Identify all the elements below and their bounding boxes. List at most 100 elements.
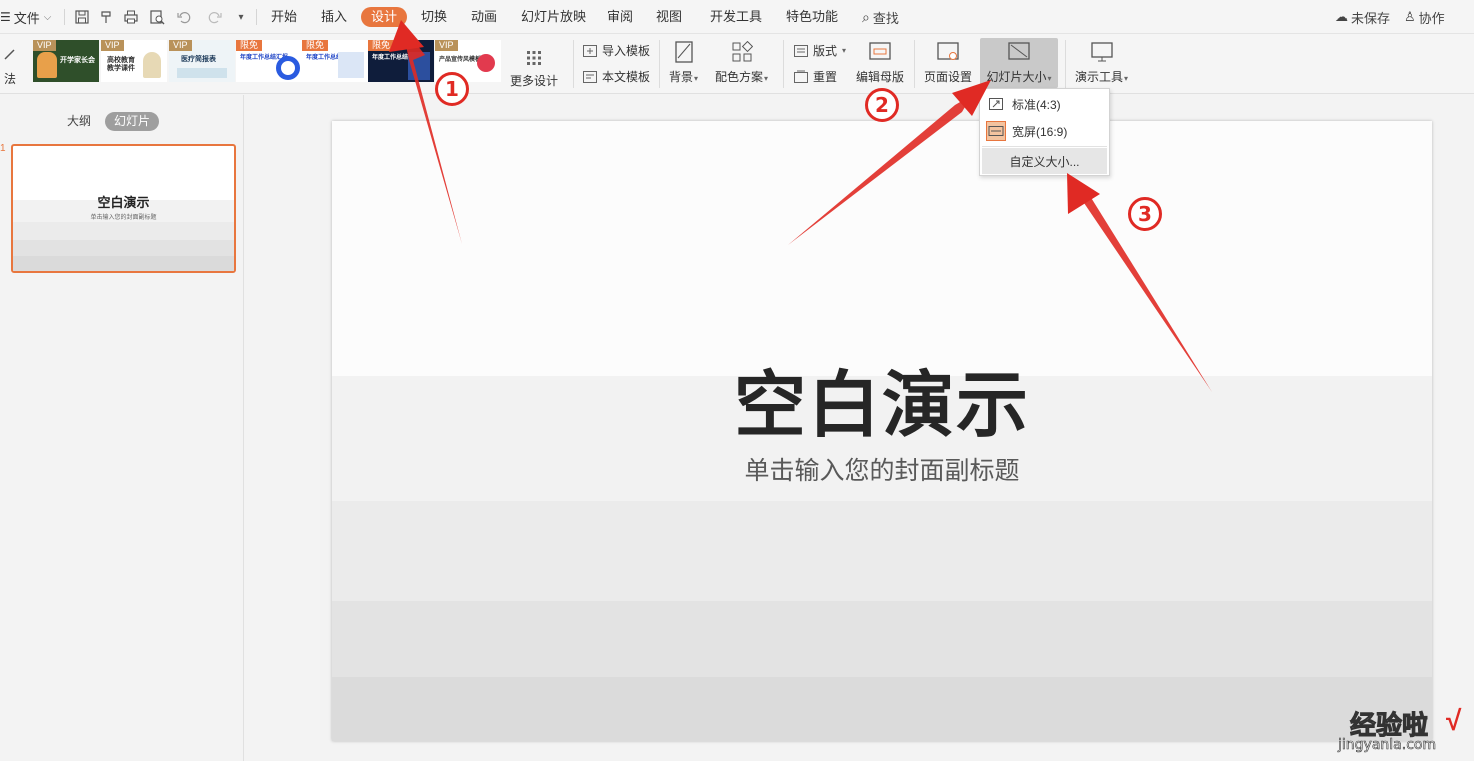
free-badge: 限免: [236, 40, 263, 51]
slides-panel: 大纲 幻灯片 1 空白演示 单击输入您的封面副标题: [0, 95, 244, 761]
layout-button[interactable]: 版式 ▾: [793, 42, 846, 59]
search-button[interactable]: ⌕ 查找: [862, 8, 899, 26]
ribbon-left-cut-button[interactable]: 法: [0, 42, 22, 87]
tab-special-features[interactable]: 特色功能: [776, 7, 848, 27]
illustration: [276, 56, 300, 80]
template-thumb-4[interactable]: 限免 年度工作总结汇报: [236, 40, 302, 82]
menu-bar: ☰ 文件 ⌵ ▾ 开始 插入 设计 切换 动画 幻灯片放映 审阅 视图 开发工具…: [0, 0, 1474, 34]
quick-access-dropdown-icon[interactable]: ▾: [232, 8, 250, 26]
watermark-check: √: [1446, 705, 1462, 736]
unsaved-label: 未保存: [1351, 10, 1391, 26]
tab-slideshow[interactable]: 幻灯片放映: [511, 7, 596, 27]
app-window: ☰ 文件 ⌵ ▾ 开始 插入 设计 切换 动画 幻灯片放映 审阅 视图 开发工具…: [0, 0, 1474, 761]
tab-outline[interactable]: 大纲: [58, 112, 100, 131]
this-template-button[interactable]: 本文模板: [582, 68, 650, 85]
thumb-subtitle: 单击输入您的封面副标题: [90, 215, 157, 221]
template-thumb-2[interactable]: VIP 高校教育教学课件: [101, 40, 167, 82]
step-2-marker: 2: [865, 88, 899, 122]
save-icon[interactable]: [73, 8, 91, 26]
widescreen-size-label: 宽屏(16:9): [1012, 124, 1068, 139]
slide-band: [332, 601, 1432, 677]
thumb-title: 空白演示: [97, 195, 150, 210]
divider: [64, 9, 65, 25]
step-3-marker: 3: [1128, 197, 1162, 231]
color-scheme-icon: [730, 40, 754, 64]
slide-size-icon: [1007, 40, 1031, 64]
custom-size-option[interactable]: 自定义大小...: [982, 148, 1107, 174]
tab-insert[interactable]: 插入: [311, 7, 357, 27]
template-thumb-1[interactable]: VIP 开学家长会: [33, 40, 99, 82]
vip-badge: VIP: [33, 40, 56, 51]
ribbon-left-cut-label: 法: [3, 72, 16, 86]
thumb-band: [13, 256, 234, 271]
slide-size-button[interactable]: 幻灯片大小▾: [980, 38, 1058, 88]
redo-icon[interactable]: [206, 8, 224, 26]
tab-developer[interactable]: 开发工具: [700, 7, 772, 27]
layout-label: 版式: [813, 44, 838, 58]
collaborate-button[interactable]: ♙ 协作: [1404, 8, 1445, 26]
reset-icon: [794, 70, 808, 83]
reset-label: 重置: [813, 70, 838, 84]
watermark: 经验啦 √ jingyanla.com: [1320, 705, 1470, 757]
import-template-icon: [583, 44, 597, 57]
reset-button[interactable]: 重置: [793, 68, 837, 85]
tab-review[interactable]: 审阅: [597, 7, 643, 27]
standard-ratio-icon: [986, 94, 1006, 114]
background-label: 背景▾: [669, 70, 699, 84]
chevron-down-icon: ⌵: [43, 11, 52, 23]
template-thumb-3[interactable]: VIP 医疗简报表: [169, 40, 235, 82]
tab-animations[interactable]: 动画: [461, 7, 507, 27]
wand-icon: [0, 42, 22, 66]
print-preview-icon[interactable]: [148, 8, 166, 26]
edit-master-button[interactable]: 编辑母版: [856, 40, 904, 85]
page-setup-button[interactable]: 页面设置: [924, 40, 972, 85]
unsaved-status[interactable]: ☁ 未保存: [1335, 8, 1390, 26]
custom-size-label: 自定义大小...: [1009, 154, 1080, 169]
format-painter-icon[interactable]: [97, 8, 115, 26]
presenter-tools-label: 演示工具▾: [1075, 70, 1129, 84]
ribbon-divider: [914, 40, 915, 88]
vip-badge: VIP: [435, 40, 458, 51]
design-ribbon: 法 VIP 开学家长会 VIP 高校教育教学课件 VIP 医疗简报表 限免 年度…: [0, 34, 1474, 94]
color-scheme-label: 配色方案▾: [715, 70, 769, 84]
cloud-icon: ☁: [1335, 9, 1348, 24]
thumb-band: [13, 240, 234, 256]
vip-badge: VIP: [101, 40, 124, 51]
layout-icon: [794, 44, 808, 57]
color-scheme-button[interactable]: 配色方案▾: [715, 40, 768, 85]
slide-canvas[interactable]: 空白演示 单击输入您的封面副标题: [332, 121, 1432, 741]
print-icon[interactable]: [122, 8, 140, 26]
tab-transitions[interactable]: 切换: [411, 7, 457, 27]
collaborate-label: 协作: [1418, 10, 1445, 26]
presenter-tools-button[interactable]: 演示工具▾: [1075, 40, 1128, 85]
page-setup-label: 页面设置: [924, 70, 973, 84]
more-design-button[interactable]: 更多设计: [510, 46, 558, 89]
template-thumb-6[interactable]: 限免 年度工作总结汇报: [368, 40, 434, 82]
tab-start[interactable]: 开始: [261, 7, 307, 27]
undo-icon[interactable]: [175, 8, 193, 26]
file-menu[interactable]: ☰ 文件 ⌵: [0, 0, 51, 34]
widescreen-size-option[interactable]: 宽屏(16:9): [982, 118, 1107, 144]
hamburger-icon: ☰: [0, 10, 11, 24]
watermark-url: jingyanla.com: [1338, 737, 1437, 754]
search-icon: ⌕: [862, 8, 870, 25]
template-thumb-5[interactable]: 限免 年度工作总结汇报: [302, 40, 368, 82]
tab-design[interactable]: 设计: [361, 7, 408, 27]
slide-thumbnail[interactable]: 空白演示 单击输入您的封面副标题: [11, 144, 236, 273]
slide-subtitle[interactable]: 单击输入您的封面副标题: [332, 451, 1432, 487]
background-button[interactable]: 背景▾: [669, 40, 698, 85]
illustration: [408, 52, 430, 80]
import-template-button[interactable]: 导入模板: [582, 42, 650, 59]
tab-slides[interactable]: 幻灯片: [105, 112, 160, 131]
tab-view[interactable]: 视图: [646, 7, 692, 27]
standard-size-option[interactable]: 标准(4:3): [982, 91, 1107, 117]
vip-badge: VIP: [169, 40, 192, 51]
illustration: [177, 68, 227, 78]
ribbon-divider: [1065, 40, 1066, 88]
slide-title[interactable]: 空白演示: [332, 346, 1432, 451]
slide-band: [332, 677, 1432, 741]
dropdown-divider: [982, 146, 1107, 147]
illustration: [143, 52, 161, 78]
file-menu-label: 文件: [13, 10, 40, 26]
standard-size-label: 标准(4:3): [1012, 97, 1061, 112]
